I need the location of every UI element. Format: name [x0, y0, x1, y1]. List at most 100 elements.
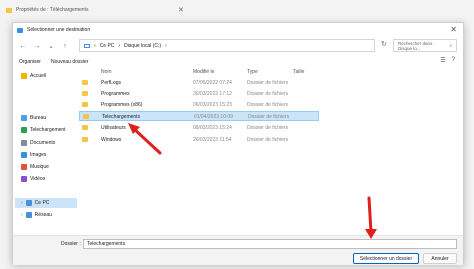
- table-row[interactable]: Programmes (x86) 06/03/2023 15:23 Dossie…: [79, 100, 319, 110]
- folder-icon: [82, 80, 88, 85]
- network-icon: [25, 212, 32, 218]
- up-arrow-icon[interactable]: ↑: [61, 43, 69, 50]
- sidebar-item-label: Vidéos: [30, 176, 46, 182]
- breadcrumb-this-pc[interactable]: Ce PC: [100, 43, 115, 49]
- column-header-size[interactable]: Taille: [293, 67, 304, 77]
- computer-icon: [25, 200, 32, 206]
- row-modified: 06/03/2023 15:23: [193, 102, 232, 108]
- sidebar-item-label: Accueil: [30, 73, 47, 79]
- home-icon: [21, 73, 27, 79]
- column-header-name[interactable]: Nom: [101, 67, 112, 77]
- row-type: Dossier de fichiers: [247, 125, 289, 131]
- row-modified: 30/03/2023 17:12: [193, 91, 232, 97]
- table-row[interactable]: Windows 26/03/2023 11:54 Dossier de fich…: [79, 135, 319, 145]
- row-modified: 26/03/2023 11:54: [193, 137, 232, 143]
- background-window-title: Propriétés de : Téléchargements: [16, 7, 89, 13]
- sidebar-item-label: Bureau: [30, 115, 47, 121]
- chevron-right-icon: ›: [118, 42, 121, 49]
- row-type: Dossier de fichiers: [247, 137, 289, 143]
- video-icon: [21, 176, 27, 182]
- row-name: Programmes: [101, 91, 130, 97]
- table-row-selected[interactable]: Telechargements 01/04/2023 10:09 Dossier…: [79, 111, 319, 121]
- row-modified: 01/04/2023 10:09: [194, 114, 233, 120]
- sidebar-item-documents[interactable]: Documents: [21, 138, 77, 148]
- new-folder-button[interactable]: Nouveau dossier: [51, 59, 89, 65]
- select-folder-button[interactable]: Sélectionner un dossier: [353, 253, 419, 264]
- close-icon[interactable]: ✕: [178, 6, 184, 14]
- sidebar-item-music[interactable]: Musique: [21, 162, 77, 172]
- back-arrow-icon[interactable]: ←: [19, 43, 27, 50]
- help-icon[interactable]: ?: [452, 57, 455, 64]
- sidebar-item-desktop[interactable]: Bureau: [21, 113, 77, 123]
- sidebar-item-label: Ce PC: [34, 200, 50, 206]
- chevron-right-icon: ›: [165, 42, 167, 49]
- row-name: Utilisateurs: [101, 125, 126, 131]
- dialog-titlebar: Sélectionner une destination ✕: [13, 23, 463, 37]
- file-list: Nom Modifié le Type Taille PerfLogs 07/0…: [79, 67, 463, 237]
- sidebar-item-label: Documents: [30, 140, 56, 146]
- select-destination-dialog: Sélectionner une destination ✕ ← → ⌄ ↑ ›…: [12, 22, 464, 265]
- folder-icon: [82, 137, 88, 142]
- row-name: Telechargements: [102, 114, 141, 120]
- table-row[interactable]: PerfLogs 07/05/2022 07:24 Dossier de fic…: [79, 78, 319, 88]
- music-icon: [21, 164, 27, 170]
- search-icon: ⌕: [449, 43, 452, 48]
- desktop-icon: [21, 115, 27, 121]
- sidebar-item-videos[interactable]: Vidéos: [21, 174, 77, 184]
- document-icon: [21, 140, 27, 146]
- chevron-right-icon: ›: [21, 212, 23, 218]
- sidebar-item-this-pc[interactable]: › Ce PC: [15, 198, 77, 208]
- computer-icon: [84, 43, 90, 48]
- sidebar-item-label: Musique: [30, 164, 49, 170]
- close-icon[interactable]: ✕: [450, 25, 457, 34]
- column-header-modified[interactable]: Modifié le: [193, 67, 214, 77]
- folder-name-input[interactable]: Telechargements: [83, 239, 457, 249]
- table-row[interactable]: Utilisateurs 08/03/2023 15:24 Dossier de…: [79, 123, 319, 133]
- row-type: Dossier de fichiers: [247, 91, 289, 97]
- table-row[interactable]: Programmes 30/03/2023 17:12 Dossier de f…: [79, 89, 319, 99]
- chevron-down-icon[interactable]: ⌄: [47, 42, 55, 50]
- folder-icon: [82, 125, 88, 130]
- row-type: Dossier de fichiers: [247, 102, 289, 108]
- search-input[interactable]: Rechercher dans : Disque lo... ⌕: [393, 39, 457, 52]
- address-bar[interactable]: › Ce PC › Disque local (C:) ›: [79, 39, 375, 52]
- folder-icon: [82, 102, 88, 107]
- sidebar-item-label: Réseau: [34, 212, 52, 218]
- sidebar-item-label: Images: [30, 152, 47, 158]
- sidebar-item-downloads[interactable]: Telechargement: [21, 125, 77, 135]
- breadcrumb-local-disk[interactable]: Disque local (C:): [124, 43, 161, 49]
- navigation-pane: Accueil Bureau Telechargement Documents …: [13, 69, 79, 239]
- row-name: PerfLogs: [101, 80, 122, 86]
- column-header-type[interactable]: Type: [247, 67, 258, 77]
- view-options-icon[interactable]: ☰: [440, 57, 445, 64]
- search-placeholder: Rechercher dans : Disque lo...: [398, 40, 435, 51]
- chevron-right-icon: ›: [94, 42, 96, 49]
- sidebar-item-home[interactable]: Accueil: [21, 71, 77, 81]
- refresh-icon[interactable]: ↻: [381, 40, 387, 48]
- cancel-button[interactable]: Annuler: [423, 253, 457, 264]
- sidebar-item-images[interactable]: Images: [21, 150, 77, 160]
- chevron-right-icon: ›: [21, 200, 23, 206]
- row-type: Dossier de fichiers: [247, 80, 289, 86]
- folder-label: Dossier :: [61, 241, 81, 247]
- organize-menu[interactable]: Organiser: [19, 59, 41, 65]
- row-type: Dossier de fichiers: [248, 114, 290, 120]
- app-icon: [17, 27, 23, 33]
- dialog-title: Sélectionner une destination: [27, 27, 91, 33]
- row-name: Programmes (x86): [101, 102, 143, 108]
- background-window-titlebar: Propriétés de : Téléchargements: [0, 0, 190, 20]
- sidebar-item-network[interactable]: › Réseau: [21, 210, 77, 220]
- navigation-bar: ← → ⌄ ↑ › Ce PC › Disque local (C:) › ↻ …: [13, 37, 463, 55]
- row-name: Windows: [101, 137, 122, 143]
- download-icon: [21, 127, 27, 133]
- folder-icon: [82, 91, 88, 96]
- screen: Propriétés de : Téléchargements ✕ Sélect…: [0, 0, 474, 269]
- forward-arrow-icon[interactable]: →: [33, 43, 41, 50]
- sidebar-item-label: Telechargement: [30, 127, 66, 133]
- folder-icon: [83, 114, 89, 119]
- folder-icon: [6, 7, 12, 13]
- view-controls: ☰ ?: [440, 57, 455, 64]
- row-modified: 08/03/2023 15:24: [193, 125, 232, 131]
- image-icon: [21, 152, 27, 158]
- dialog-footer: Dossier : Telechargements Sélectionner u…: [13, 235, 463, 265]
